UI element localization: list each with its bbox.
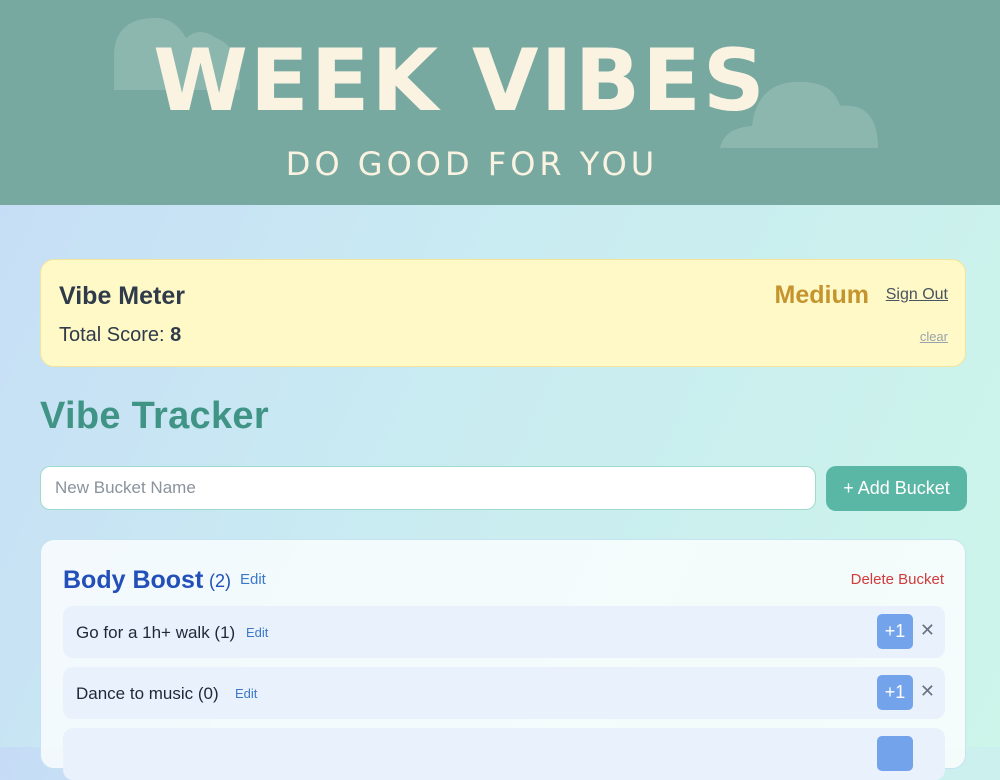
item-label: Dance to music (0) [76,684,219,703]
total-score: Total Score: 8 [59,324,181,347]
total-score-value: 8 [170,324,182,346]
hero-banner: WEEK VIBES DO GOOD FOR YOU [0,0,1000,205]
list-item: Dance to music (0) Edit +1 ✕ [63,667,945,719]
increment-button[interactable] [877,736,913,771]
bucket-edit-button[interactable]: Edit [240,571,266,588]
remove-item-icon[interactable]: ✕ [920,620,935,641]
item-edit-button[interactable]: Edit [246,625,268,640]
item-label: Go for a 1h+ walk (1) [76,623,236,642]
hero-subtitle: DO GOOD FOR YOU [285,145,659,183]
increment-button[interactable]: +1 [877,614,913,649]
vibe-meter-title: Vibe Meter [59,282,185,310]
bucket-name: Body Boost [63,566,204,594]
item-edit-button[interactable]: Edit [235,686,257,701]
hero-title: WEEK VIBES [153,31,767,131]
new-bucket-input[interactable] [40,466,816,510]
clear-link[interactable]: clear [920,329,948,344]
delete-bucket-button[interactable]: Delete Bucket [851,571,944,588]
remove-item-icon[interactable]: ✕ [920,681,935,702]
vibe-level: Medium [774,281,869,309]
bucket-count: (2) [209,571,231,591]
sign-out-link[interactable]: Sign Out [886,286,948,304]
add-bucket-button[interactable]: + Add Bucket [826,466,967,511]
tracker-title: Vibe Tracker [40,395,269,437]
total-score-label: Total Score: [59,324,165,346]
bucket-card: Body Boost (2) Edit Delete Bucket Go for… [40,539,966,780]
increment-button[interactable]: +1 [877,675,913,710]
vibe-meter-card: Vibe Meter Total Score: 8 Medium Sign Ou… [40,259,966,367]
list-item [63,728,945,780]
list-item: Go for a 1h+ walk (1) Edit +1 ✕ [63,606,945,658]
